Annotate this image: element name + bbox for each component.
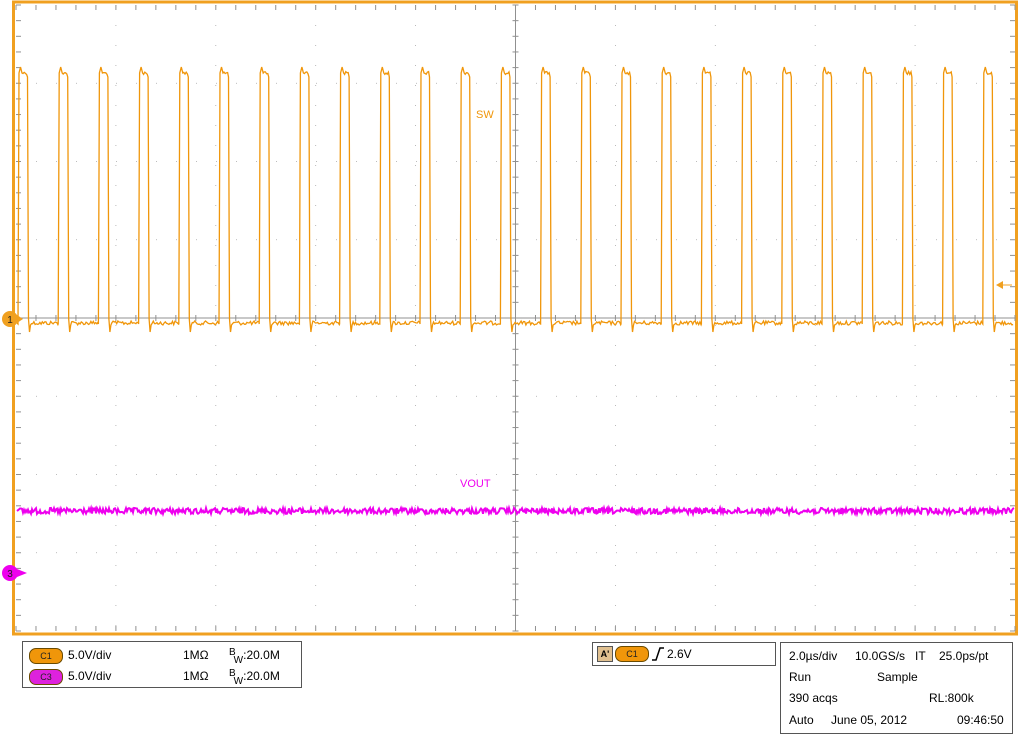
- ch1-impedance: 1MΩ: [183, 648, 209, 662]
- channel-row-c3[interactable]: C3 5.0V/div 1MΩ BW:20.0M: [23, 664, 301, 687]
- time-resolution: 25.0ps/pt: [939, 649, 989, 663]
- run-state: Run: [789, 670, 812, 684]
- rising-edge-icon: [652, 647, 664, 661]
- trigger-level: 2.6V: [667, 647, 692, 661]
- ch1-badge: C1: [29, 648, 63, 664]
- ch3-scale: 5.0V/div: [68, 669, 112, 683]
- acquisition-panel[interactable]: 2.0µs/div 10.0GS/s IT 25.0ps/pt Run Samp…: [780, 642, 1013, 734]
- trigger-source-badge: C1: [615, 646, 649, 662]
- sample-rate: 10.0GS/s: [855, 649, 906, 663]
- ch1-scale: 5.0V/div: [68, 648, 112, 662]
- channel-row-c1[interactable]: C1 5.0V/div 1MΩ BW:20.0M: [23, 642, 301, 666]
- ch3-bw-value: :20.0M: [243, 669, 280, 683]
- capture-date: June 05, 2012: [831, 713, 908, 727]
- ch1-marker-label: 1: [7, 315, 13, 326]
- ch3-bandwidth: BW:20.0M: [229, 668, 280, 687]
- ch3-marker-label: 3: [7, 569, 13, 580]
- record-length: RL:800k: [929, 691, 974, 705]
- trigger-panel[interactable]: A' C1 2.6V: [592, 642, 776, 666]
- acquisition-count: 390 acqs: [789, 691, 838, 705]
- timebase: 2.0µs/div: [789, 649, 838, 663]
- sw-trace-label: SW: [476, 109, 494, 121]
- waveform-display: SW VOUT 1 3: [2, 0, 1018, 636]
- ch1-bw-value: :20.0M: [243, 648, 280, 662]
- ch1-bandwidth: BW:20.0M: [229, 647, 280, 666]
- ch3-impedance: 1MΩ: [183, 669, 209, 683]
- interpolation-mode: IT: [915, 649, 926, 663]
- trigger-tag: A': [597, 646, 613, 662]
- capture-time: 09:46:50: [957, 713, 1004, 727]
- channel-settings-panel: C1 5.0V/div 1MΩ BW:20.0M C3 5.0V/div 1MΩ…: [22, 641, 302, 688]
- vout-trace-label: VOUT: [460, 478, 491, 490]
- ch3-bw-sub: W: [233, 676, 244, 687]
- ch3-badge: C3: [29, 669, 63, 685]
- trigger-mode: Auto: [789, 713, 814, 727]
- acquisition-mode: Sample: [877, 670, 918, 684]
